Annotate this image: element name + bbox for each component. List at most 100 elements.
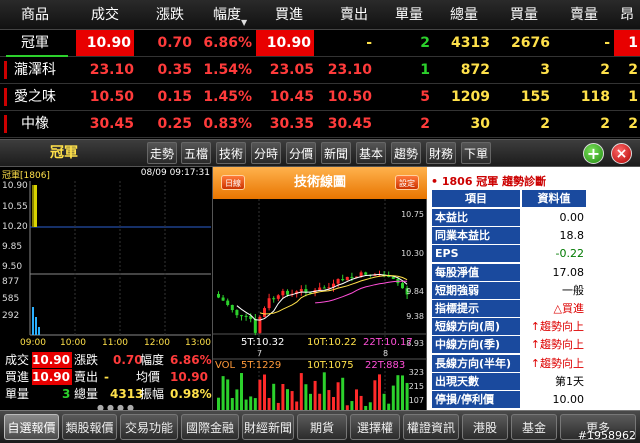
stock-name: 瀧澤科	[14, 62, 56, 78]
diagnosis-item-label: 停損/停利價	[432, 391, 520, 408]
diagnosis-row: 每股淨值 17.08	[432, 263, 587, 282]
volume-bar	[327, 390, 331, 410]
tab-news[interactable]: 新聞	[321, 142, 351, 164]
candle-body	[336, 279, 340, 284]
diagnosis-title: • 1806 冠軍 趨勢診斷	[431, 175, 547, 188]
tab-financial[interactable]: 財務	[426, 142, 456, 164]
stock-tick-vol: 1	[420, 62, 430, 78]
col-header-change[interactable]: 漲跌	[140, 0, 200, 30]
intraday-vol-bar	[32, 307, 34, 335]
diagnosis-row: 停損/停利價 10.00	[432, 391, 587, 409]
tab-trend-diagnosis[interactable]: 趨勢	[391, 142, 421, 164]
intraday-stats: 成交 10.90 漲跌 0.70 幅度 6.86% 買進 10.90 賣出 - …	[0, 350, 213, 410]
col-header-ask[interactable]: 賣出	[324, 0, 384, 30]
col-header-name[interactable]: 商品	[0, 0, 70, 30]
stock-name: 愛之味	[14, 89, 56, 105]
stock-total-vol: 4313	[451, 35, 490, 51]
diagnosis-item-value: 0.00	[559, 211, 585, 224]
settings-button[interactable]: 設定	[395, 175, 419, 190]
volume-bar	[290, 391, 294, 410]
stock-ask-vol: 118	[580, 89, 610, 105]
candle-body	[235, 310, 239, 316]
candle-body	[272, 298, 276, 300]
time-axis-label: 11:00	[102, 338, 128, 348]
volume-bar	[267, 397, 271, 410]
nav-watchlist[interactable]: 自選報價	[4, 414, 59, 440]
col-header-tick-vol[interactable]: 單量	[384, 0, 434, 30]
stat-bid-value: 10.90	[32, 369, 72, 385]
stat-trade-value: 10.90	[32, 352, 72, 368]
diagnosis-item-value: -0.22	[555, 247, 584, 261]
intraday-panel[interactable]: 冠軍[1806] 08/09 09:17:31 10.90 10.55 10.2…	[0, 167, 213, 410]
candle-body	[221, 297, 225, 301]
nav-finance-news[interactable]: 財經新聞	[242, 414, 294, 440]
volume-bar	[226, 379, 230, 410]
col-header-ask-vol[interactable]: 賣量	[554, 0, 614, 30]
sort-desc-icon: ▼	[241, 18, 248, 27]
volume-bar	[332, 397, 335, 410]
col-header-extra[interactable]: 昂	[614, 0, 640, 30]
close-icon[interactable]: ×	[611, 143, 632, 164]
volume-bar	[249, 396, 253, 410]
volume-bar	[341, 377, 345, 410]
quote-row[interactable]: 中橡 30.45 0.25 0.83% 30.35 30.45 2 30 2 2…	[0, 111, 640, 138]
candle-body	[345, 276, 349, 281]
nav-sector-quotes[interactable]: 類股報價	[62, 414, 117, 440]
time-axis-label: 10:00	[60, 338, 86, 348]
tab-technical[interactable]: 技術	[216, 142, 246, 164]
selected-row-underline	[6, 55, 68, 57]
technical-chart-panel[interactable]: 技術線圖 日線 設定 10.75 10.30 9.84 9.38 8.93 5T…	[213, 167, 427, 410]
tab-basic[interactable]: 基本	[356, 142, 386, 164]
nav-options[interactable]: 選擇權	[350, 414, 400, 440]
diagnosis-item-value: 10.00	[552, 393, 585, 406]
quote-row[interactable]: 愛之味 10.50 0.15 1.45% 10.45 10.50 5 1209 …	[0, 84, 640, 111]
vol-label: VOL	[215, 360, 236, 371]
volume-bar	[217, 397, 220, 410]
nav-funds[interactable]: 基金	[511, 414, 557, 440]
ma5-label: 5T:10.32	[241, 337, 285, 348]
col-header-bid[interactable]: 買進	[254, 0, 324, 30]
time-axis-label: 09:00	[20, 338, 46, 348]
candle-body	[244, 315, 248, 317]
intraday-vol-bar	[35, 317, 37, 335]
diagnosis-item-label: 中線方向(季)	[432, 336, 520, 354]
volume-bar	[253, 398, 257, 410]
stock-price: 10.90	[76, 30, 134, 56]
diagnosis-item-label: 每股淨值	[432, 263, 520, 281]
quote-row[interactable]: 瀧澤科 23.10 0.35 1.54% 23.05 23.10 1 872 3…	[0, 57, 640, 84]
stat-label: 單量	[5, 387, 30, 401]
volume-bar	[318, 393, 322, 410]
stock-ask: 23.10	[327, 62, 372, 78]
add-icon[interactable]: +	[583, 143, 604, 164]
period-button[interactable]: 日線	[221, 175, 245, 190]
candle-body	[401, 283, 404, 289]
diagnosis-header-item: 項目	[432, 190, 520, 207]
col-header-bid-vol[interactable]: 買量	[494, 0, 554, 30]
candle-body	[341, 279, 345, 281]
stock-change: 0.15	[157, 89, 192, 105]
nav-global-finance[interactable]: 國際金融	[181, 414, 239, 440]
tab-five-level[interactable]: 五檔	[181, 142, 211, 164]
volume-bar	[313, 380, 317, 410]
tab-timeshare[interactable]: 分時	[251, 142, 281, 164]
tab-order[interactable]: 下單	[461, 142, 491, 164]
diagnosis-item-value: ↑趨勢向上	[530, 338, 584, 352]
vol-axis-label: 323	[408, 368, 424, 377]
tab-price-distribution[interactable]: 分價	[286, 142, 316, 164]
col-header-total-vol[interactable]: 總量	[434, 0, 494, 30]
candle-body	[217, 294, 220, 298]
stock-tick-vol: 5	[420, 89, 430, 105]
candle-body	[364, 272, 368, 275]
tab-trend[interactable]: 走勢	[147, 142, 177, 164]
stock-ask: -	[366, 35, 372, 51]
stock-price: 23.10	[89, 62, 134, 78]
diagnosis-header-value: 資料值	[522, 190, 586, 207]
nav-warrants[interactable]: 權證資訊	[403, 414, 459, 440]
col-header-price[interactable]: 成交	[70, 0, 140, 30]
nav-trading[interactable]: 交易功能	[120, 414, 178, 440]
nav-futures[interactable]: 期貨	[297, 414, 347, 440]
nav-hk-stocks[interactable]: 港股	[462, 414, 508, 440]
diagnosis-row: 短線方向(周) ↑趨勢向上	[432, 318, 587, 336]
stock-pct: 0.83%	[203, 116, 252, 132]
quote-row[interactable]: 冠軍 10.90 0.70 6.86% 10.90 - 2 4313 2676 …	[0, 30, 640, 57]
